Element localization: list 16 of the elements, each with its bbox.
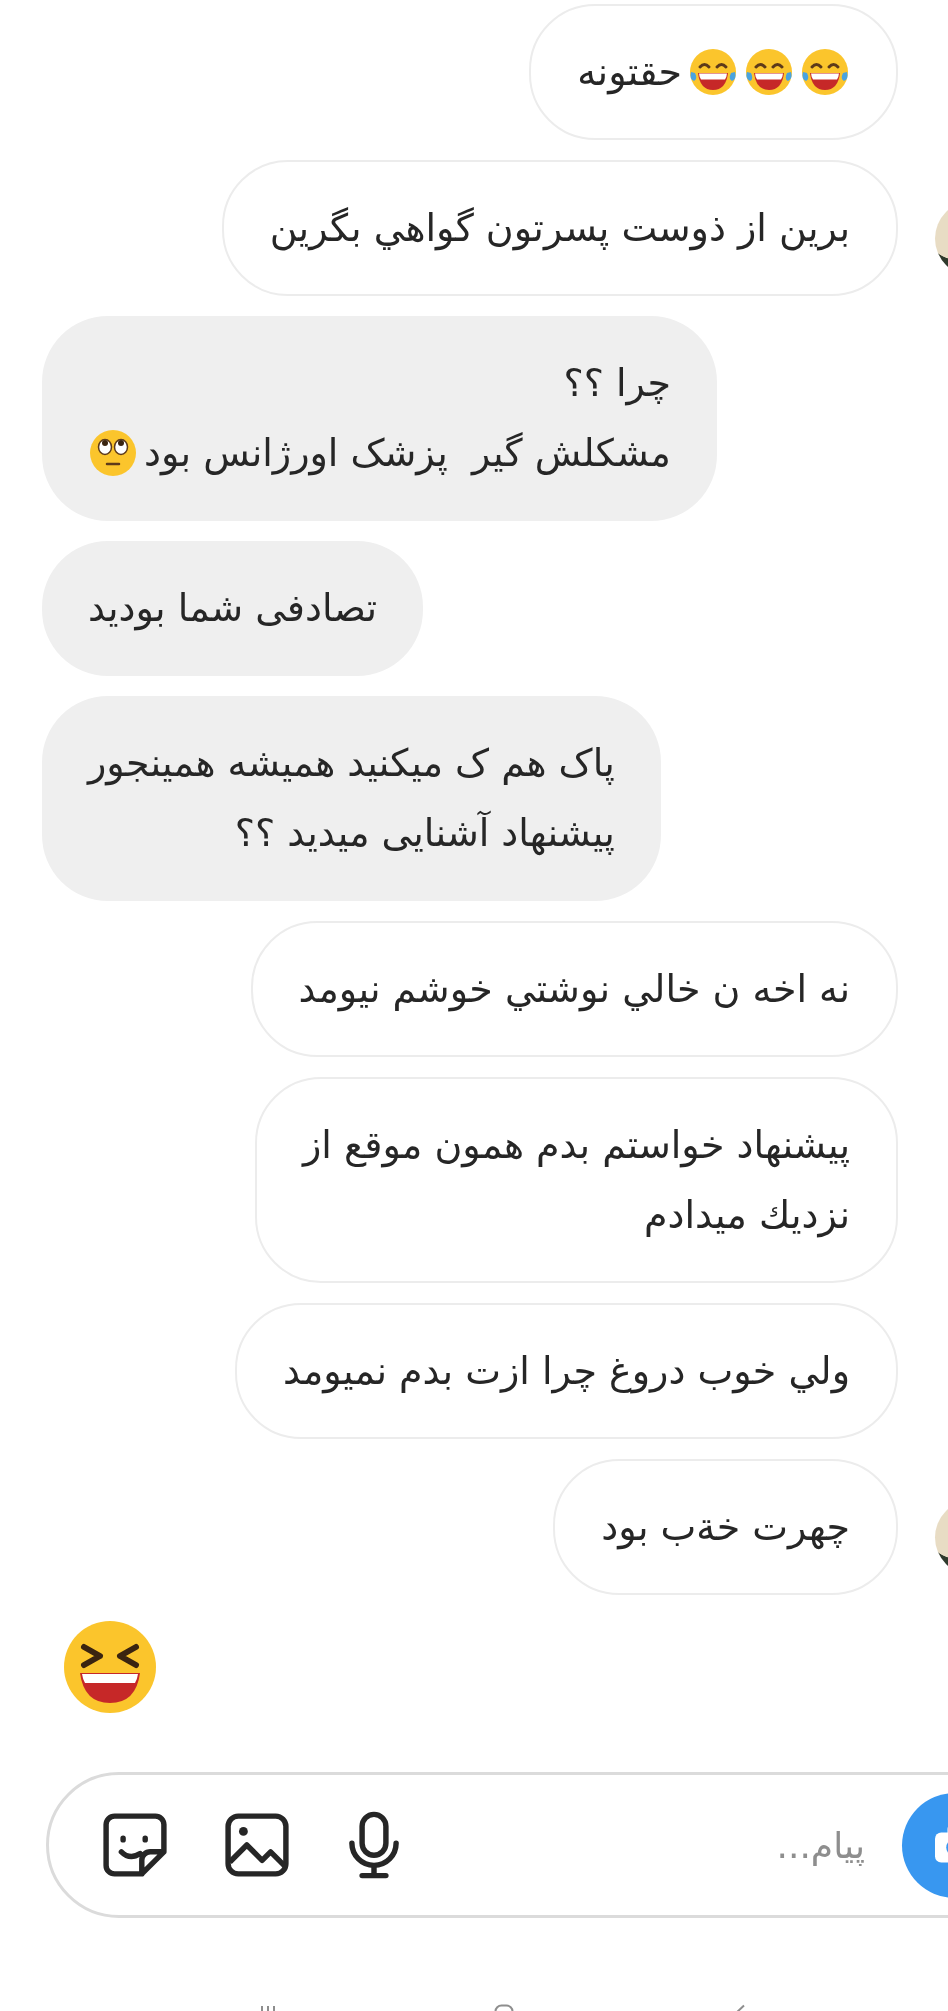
gallery-icon[interactable] [223,1811,291,1879]
laughing-tears-face-icon [800,47,850,97]
message-text: برین از ذوست پسرتون گواهي بگرين [269,205,850,253]
message-text: چهرت خةب بود [601,1504,850,1552]
eye-roll-face-icon [88,428,138,478]
laughing-tears-face-icon [688,47,738,97]
message-text: پيشنهاد خواستم بدم همون موقع از نزديك ميدادم [303,1122,850,1240]
message-text: ولي خوب دروغ چرا ازت بدم نميومد [283,1348,850,1396]
message-text: چرا ؟؟ [563,360,671,408]
message-text: مشکلش گیر پزشک اورژانس بود [144,430,671,478]
sticker-icon[interactable] [101,1811,169,1879]
message-text: نه اخه ن خالي نوشتي خوشم نيومد [298,966,850,1014]
laughing-tears-face-icon [744,47,794,97]
message-text: تصادفی شما بودید [88,585,378,633]
message-text: پاک هم ک میکنید همیشه همینجور پیشنهاد آشنایی میدید ؟؟ [88,740,615,858]
message-text: حقتونه [577,49,682,97]
